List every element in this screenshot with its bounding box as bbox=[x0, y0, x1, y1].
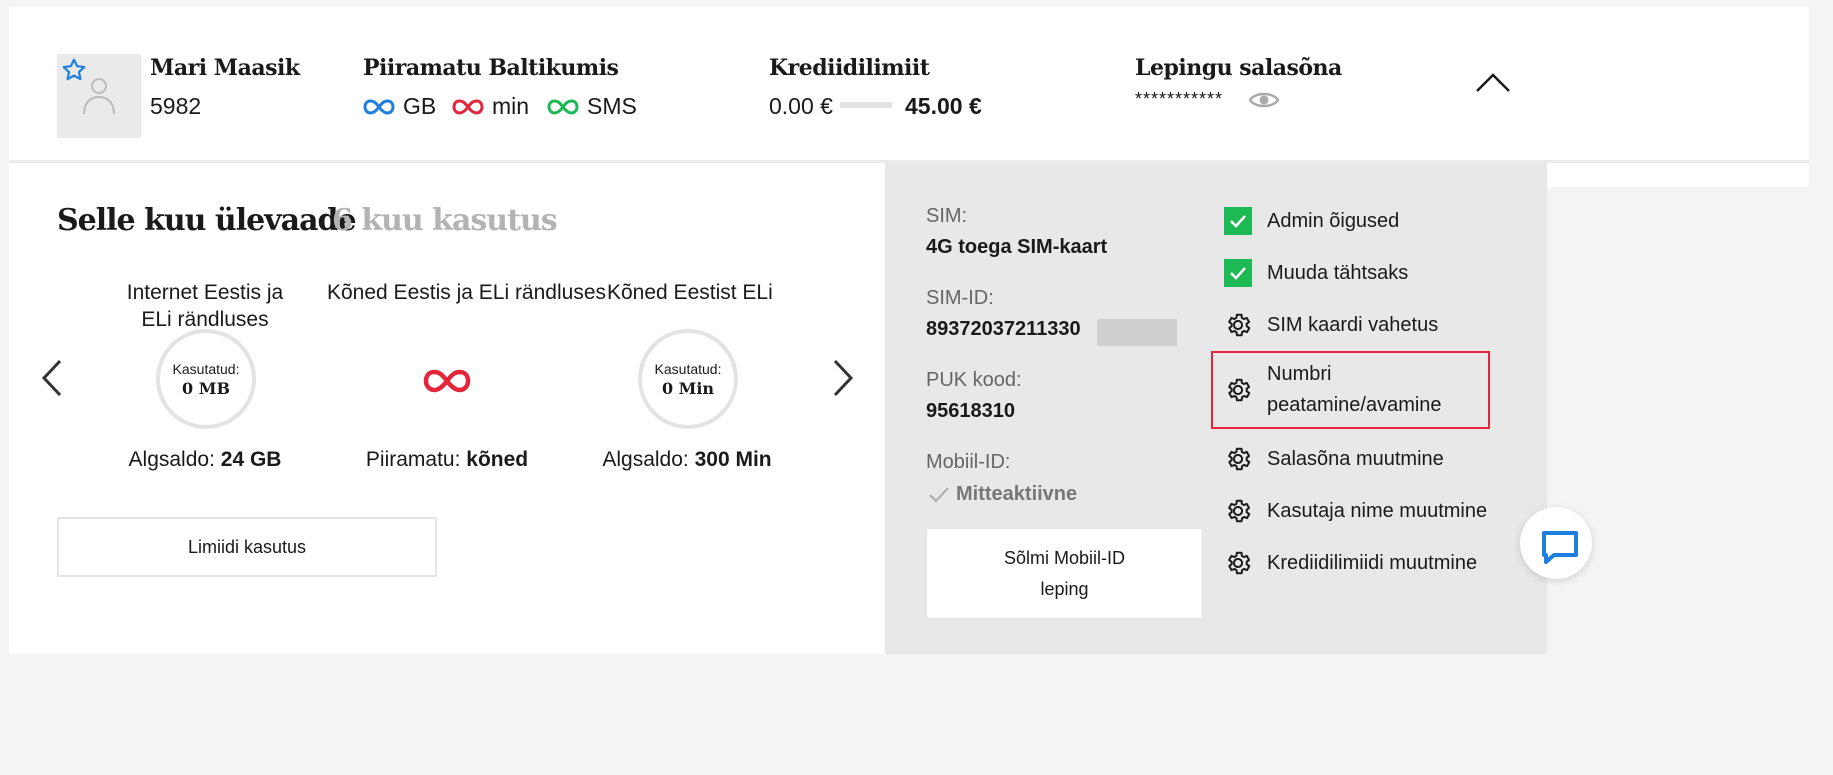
saldo-value: 300 Min bbox=[694, 448, 772, 471]
action-password-change[interactable]: Salasõna muutmine bbox=[1224, 445, 1444, 473]
usage-ring: Kasutatud: 0 Min bbox=[638, 329, 738, 429]
ring-label: Kasutatud: bbox=[172, 360, 240, 377]
action-credit-limit-change[interactable]: Krediidilimiidi muutmine bbox=[1224, 549, 1477, 577]
chat-icon bbox=[1542, 531, 1578, 564]
usage-panel: Selle kuu ülevaade 6 kuu kasutus Interne… bbox=[9, 163, 885, 654]
infinity-icon bbox=[452, 98, 484, 115]
puk-label: PUK kood: bbox=[926, 369, 1022, 391]
checkbox-checked-icon[interactable] bbox=[1224, 259, 1252, 287]
chevron-up-icon[interactable] bbox=[1475, 71, 1511, 93]
gear-icon bbox=[1228, 447, 1251, 471]
unlimited-gb-label: GB bbox=[403, 93, 437, 119]
eye-icon[interactable] bbox=[1248, 89, 1280, 111]
action-label: Muuda tähtsaks bbox=[1267, 261, 1409, 284]
redacted-block bbox=[1097, 319, 1177, 346]
user-name: Mari Maasik bbox=[150, 55, 300, 81]
action-sim-swap[interactable]: SIM kaardi vahetus bbox=[1224, 311, 1438, 339]
action-mark-important[interactable]: Muuda tähtsaks bbox=[1224, 259, 1408, 287]
ring-value: 0 MB bbox=[182, 378, 230, 398]
action-label: Kasutaja nime muutmine bbox=[1267, 499, 1488, 522]
saldo-label: Piiramatu: bbox=[365, 448, 461, 471]
infinity-icon bbox=[363, 98, 395, 115]
action-label: Numbri peatamine/avamine bbox=[1267, 363, 1442, 416]
tab-six-months[interactable]: 6 kuu kasutus bbox=[332, 203, 558, 238]
infinity-icon bbox=[423, 369, 471, 393]
action-label: Krediidilimiidi muutmine bbox=[1267, 551, 1478, 574]
gear-icon bbox=[1228, 499, 1251, 523]
unlimited-sms: SMS bbox=[547, 93, 637, 120]
mobiil-id-status-text: Mitteaktiivne bbox=[956, 483, 1078, 505]
puk-value: 95618310 bbox=[926, 400, 1015, 422]
mobiil-id-status: Mitteaktiivne bbox=[928, 483, 1077, 506]
checkbox-checked-icon[interactable] bbox=[1224, 207, 1252, 235]
usage-column-title: Kõned Eestis ja ELi rändluses bbox=[327, 281, 606, 304]
unlimited-sms-label: SMS bbox=[587, 93, 637, 119]
usage-column-title: Internet Eestis ja ELi rändluses bbox=[126, 281, 284, 331]
sim-value: 4G toega SIM-kaart bbox=[926, 236, 1108, 258]
mobiil-id-label: Mobiil-ID: bbox=[926, 451, 1011, 473]
sim-id-value: 89372037211330 bbox=[926, 318, 1081, 340]
saldo: Piiramatu: kõned bbox=[347, 448, 547, 472]
action-username-change[interactable]: Kasutaja nime muutmine bbox=[1224, 497, 1487, 525]
credit-limit: 45.00 € bbox=[905, 93, 982, 119]
usage-ring: Kasutatud: 0 MB bbox=[156, 329, 256, 429]
gear-icon bbox=[1228, 313, 1251, 337]
unlimited-min-label: min bbox=[492, 93, 530, 119]
chat-button[interactable] bbox=[1520, 507, 1592, 579]
saldo: Algsaldo: 24 GB bbox=[105, 448, 305, 472]
credit-progress-bar bbox=[840, 102, 892, 108]
star-icon[interactable] bbox=[61, 57, 87, 83]
gear-icon bbox=[1228, 551, 1251, 575]
infinity-icon bbox=[547, 98, 579, 115]
chevron-right-icon[interactable] bbox=[832, 359, 854, 397]
check-icon bbox=[929, 486, 949, 502]
password-title: Lepingu salasõna bbox=[1135, 55, 1342, 81]
credit-title: Krediidilimiit bbox=[769, 55, 930, 81]
action-admin-rights[interactable]: Admin õigused bbox=[1224, 207, 1399, 235]
ring-value: 0 Min bbox=[661, 378, 715, 398]
page: Mari Maasik 5982‹ Piiramatu Baltikumis G… bbox=[9, 7, 1809, 767]
saldo-label: Algsaldo: bbox=[128, 448, 215, 471]
saldo-label: Algsaldo: bbox=[602, 448, 689, 471]
usage-column-title: Kõned Eestist ELi bbox=[607, 281, 773, 304]
action-label: Salasõna muutmine bbox=[1267, 447, 1444, 470]
unlimited-min: min bbox=[452, 93, 529, 120]
ring-label: Kasutatud: bbox=[654, 360, 722, 377]
user-number: 5982‹ bbox=[150, 93, 202, 119]
unlimited-gb: GB bbox=[363, 93, 436, 120]
sign-mobiil-id-button[interactable]: Sõlmi Mobiil-ID leping bbox=[926, 528, 1203, 619]
saldo-value: 24 GB bbox=[220, 448, 282, 471]
saldo: Algsaldo: 300 Min bbox=[587, 448, 787, 472]
sim-label: SIM: bbox=[926, 205, 968, 227]
gear-icon bbox=[1228, 378, 1251, 402]
sim-details-panel: SIM: 4G toega SIM-kaart SIM-ID: 89372037… bbox=[885, 163, 1547, 654]
tab-this-month[interactable]: Selle kuu ülevaade bbox=[57, 203, 357, 238]
password-mask: *********** bbox=[1135, 89, 1224, 109]
limit-usage-button[interactable]: Limiidi kasutus bbox=[57, 517, 437, 577]
action-label: SIM kaardi vahetus bbox=[1267, 313, 1439, 336]
sim-id-label: SIM-ID: bbox=[926, 287, 994, 309]
saldo-value: kõned bbox=[466, 448, 529, 471]
action-label: Admin õigused bbox=[1267, 209, 1400, 232]
chevron-left-icon[interactable] bbox=[41, 359, 63, 397]
action-number-suspend[interactable]: Numbri peatamine/avamine bbox=[1224, 359, 1467, 421]
credit-used: 0.00 € bbox=[769, 93, 833, 119]
plan-title: Piiramatu Baltikumis bbox=[363, 55, 619, 81]
